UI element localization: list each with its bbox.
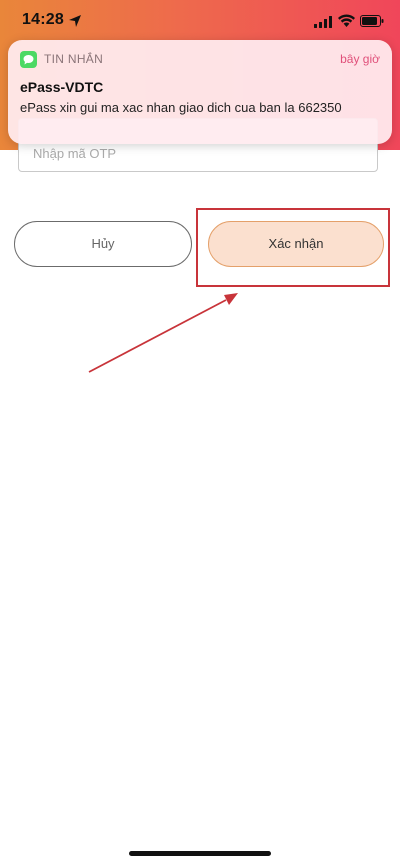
location-icon	[69, 15, 81, 27]
home-indicator	[129, 851, 271, 856]
otp-placeholder: Nhập mã OTP	[33, 146, 117, 161]
notification-title: ePass-VDTC	[20, 79, 104, 95]
notification-time: bây giờ	[340, 52, 380, 66]
notification-body: ePass xin gui ma xac nhan giao dich cua …	[20, 100, 342, 115]
wifi-icon	[338, 14, 355, 27]
signal-icon	[314, 16, 332, 28]
status-time: 14:28	[22, 11, 64, 28]
battery-icon	[360, 15, 384, 27]
confirm-button[interactable]: Xác nhận	[208, 221, 384, 267]
notification-app-name: TIN NHẮN	[44, 52, 104, 66]
message-icon	[20, 51, 37, 68]
sms-notification[interactable]: TIN NHẮN bây giờ ePass-VDTC ePass xin gu…	[8, 40, 392, 144]
status-bar: 14:28	[0, 0, 400, 44]
cancel-button[interactable]: Hủy	[14, 221, 192, 267]
